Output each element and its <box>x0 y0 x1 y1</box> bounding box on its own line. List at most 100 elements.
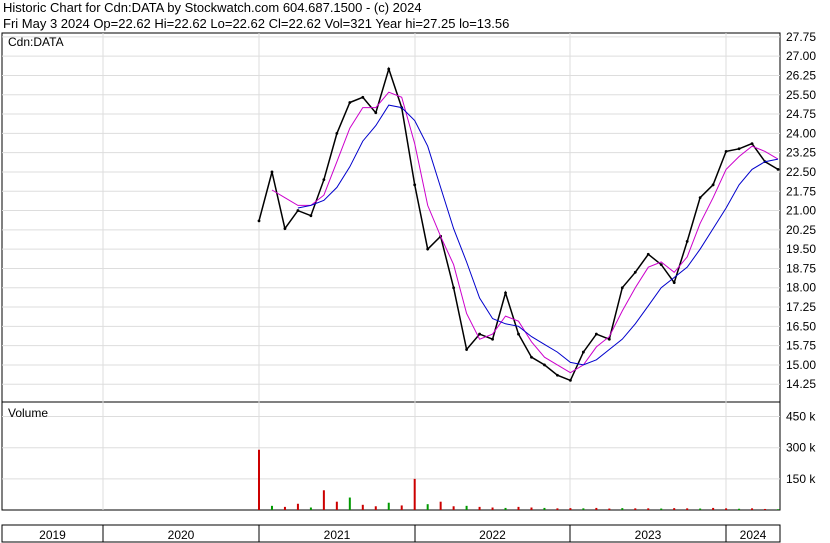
price-tick-label: 15.75 <box>786 339 816 353</box>
price-tick-label: 17.25 <box>786 300 816 314</box>
volume-bar <box>335 501 338 510</box>
volume-bar <box>530 507 533 510</box>
price-point <box>646 252 650 256</box>
volume-bar <box>686 508 689 510</box>
price-point <box>465 348 468 351</box>
volume-bar <box>478 506 481 510</box>
price-point <box>776 167 780 171</box>
year-label: 2019 <box>39 528 66 542</box>
price-point <box>556 373 559 377</box>
year-label: 2020 <box>168 528 195 542</box>
volume-axis: 450 k 300 k 150 k <box>786 410 816 486</box>
volume-bar <box>634 508 637 510</box>
volume-tick-label: 450 k <box>786 410 816 424</box>
price-point <box>672 281 676 285</box>
volume-bar <box>699 508 702 510</box>
price-point <box>478 332 481 336</box>
volume-bar <box>608 508 611 510</box>
price-tick-label: 25.50 <box>786 88 816 102</box>
volume-bar <box>543 507 546 510</box>
price-tick-label: 24.00 <box>786 126 816 140</box>
price-point <box>750 142 754 146</box>
price-tick-label: 24.75 <box>786 107 816 121</box>
volume-bar <box>556 508 559 510</box>
volume-bar <box>712 507 715 510</box>
price-tick-label: 20.25 <box>786 223 816 237</box>
year-axis: 2019 2020 2021 2022 2023 2024 <box>39 525 767 542</box>
price-lines <box>257 66 780 382</box>
price-point <box>413 183 417 187</box>
year-label: 2021 <box>324 528 351 542</box>
volume-bar <box>569 508 572 510</box>
price-point <box>517 332 520 336</box>
price-point <box>620 286 624 290</box>
price-point <box>698 196 702 200</box>
volume-bar <box>452 506 455 510</box>
price-point <box>530 355 533 359</box>
volume-bar <box>777 509 779 510</box>
volume-bar <box>283 506 286 510</box>
price-point <box>335 131 339 135</box>
price-point <box>711 183 715 187</box>
price-point <box>322 178 326 182</box>
price-point <box>387 67 391 71</box>
price-point <box>504 291 507 295</box>
volume-bar <box>725 508 728 510</box>
volume-bars <box>258 449 779 510</box>
volume-bar <box>309 507 312 510</box>
volume-bar <box>348 497 351 510</box>
volume-bar <box>751 508 754 510</box>
price-point <box>581 350 585 354</box>
volume-bar <box>387 502 390 510</box>
price-point <box>633 270 637 274</box>
price-tick-label: 22.50 <box>786 165 816 179</box>
volume-bar <box>504 507 507 510</box>
price-point <box>296 209 300 212</box>
volume-bar <box>738 508 741 510</box>
price-point <box>737 147 741 151</box>
volume-bar <box>582 508 585 510</box>
volume-panel-frame <box>1 401 781 511</box>
price-point <box>724 149 728 153</box>
price-tick-label: 23.25 <box>786 146 816 160</box>
price-point <box>283 227 287 230</box>
short-average-line <box>271 91 779 374</box>
volume-tick-label: 300 k <box>786 441 816 455</box>
price-tick-label: 19.50 <box>786 242 816 256</box>
volume-bar <box>296 503 299 510</box>
price-point <box>361 95 365 99</box>
price-tick-label: 16.50 <box>786 319 816 333</box>
volume-bar <box>465 505 468 510</box>
price-axis: 27.75 27.00 26.25 25.50 24.75 24.00 23.25 22.50… <box>786 30 816 391</box>
price-point <box>594 332 598 336</box>
price-point <box>569 378 572 382</box>
volume-bar <box>439 501 442 510</box>
price-point <box>685 240 689 243</box>
volume-bar <box>673 508 676 510</box>
gridlines <box>2 33 780 510</box>
price-point <box>659 263 663 266</box>
price-tick-label: 18.75 <box>786 261 816 275</box>
volume-bar <box>426 504 429 510</box>
price-tick-label: 27.75 <box>786 30 816 44</box>
volume-bar <box>258 449 260 510</box>
price-point <box>374 111 378 115</box>
volume-bar <box>660 508 663 510</box>
year-axis-frame <box>1 524 781 543</box>
volume-bar <box>491 507 494 510</box>
price-tick-label: 27.00 <box>786 49 816 63</box>
volume-bar <box>270 505 273 510</box>
price-tick-label: 15.00 <box>786 358 816 372</box>
price-tick-label: 21.75 <box>786 184 816 198</box>
price-panel-frame <box>1 32 781 403</box>
volume-bar <box>764 508 767 510</box>
price-point <box>426 247 430 251</box>
year-label: 2024 <box>740 528 767 542</box>
price-point <box>257 219 261 223</box>
volume-bar <box>322 490 325 510</box>
price-tick-label: 26.25 <box>786 68 816 82</box>
price-point <box>452 286 456 290</box>
price-point <box>543 363 546 367</box>
year-label: 2023 <box>635 528 662 542</box>
price-tick-label: 14.25 <box>786 377 816 391</box>
